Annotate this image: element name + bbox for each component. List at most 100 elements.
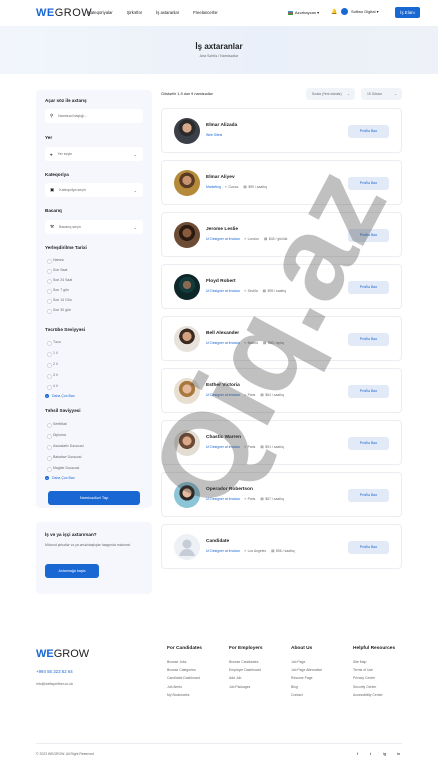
education-option[interactable]: Magistr Dərəcəsi — [46, 466, 79, 472]
footer-col-resources: Helpful Resources Site Map Terms of Use … — [353, 646, 395, 701]
footer-link[interactable]: Job Page Alternative — [291, 668, 322, 676]
user-menu[interactable]: Softwo Digital ▾ — [341, 8, 379, 15]
bell-icon[interactable]: 🔔 — [331, 9, 337, 15]
footer-link[interactable]: Employer Dashboard — [229, 668, 263, 676]
candidate-name[interactable]: Elmar Aliyev — [206, 175, 235, 180]
footer-link[interactable]: Job Page — [291, 660, 322, 668]
footer-link[interactable]: Job Packages — [229, 685, 263, 693]
experience-option[interactable]: Təzə — [47, 340, 61, 346]
logo[interactable]: WEGROW — [36, 7, 92, 19]
nav-item-companies[interactable]: Şirkətlər — [127, 10, 142, 15]
footer-link[interactable]: My Bookmarks — [167, 693, 202, 701]
footer-link[interactable]: Resume Page — [291, 676, 322, 684]
candidate-role: Web Sitesi — [206, 133, 223, 137]
education-option[interactable]: Sertifikat — [47, 422, 67, 428]
date-option[interactable]: Son 7 gün — [47, 288, 69, 294]
view-profile-button[interactable]: Profilə Bax — [348, 177, 389, 190]
view-profile-button[interactable]: Profilə Bax — [348, 437, 389, 450]
view-profile-button[interactable]: Profilə Bax — [348, 229, 389, 242]
candidate-card[interactable]: Chastic Warren UI Designer at Invision ⌖ Pa… — [161, 420, 402, 465]
date-heading: Yerləşdirilmə Tarixi — [45, 245, 87, 250]
twitter-icon[interactable]: t — [370, 751, 371, 756]
money-icon: ▤ — [263, 341, 267, 345]
nav-item-freelancers[interactable]: Freelancerlər — [193, 10, 218, 15]
footer-link[interactable]: Candidate Dashboard — [167, 676, 202, 684]
footer-email[interactable]: info@weitspeither.co.uk — [36, 682, 73, 686]
promo-button[interactable]: Axtarmağa başla — [45, 564, 99, 578]
footer-link[interactable]: Accessibility Center — [353, 693, 395, 701]
nav-item-categories[interactable]: Kateqoriyalar — [88, 10, 113, 15]
instagram-icon[interactable]: ig — [383, 751, 386, 756]
view-profile-button[interactable]: Profilə Bax — [348, 385, 389, 398]
plus-icon: + — [45, 476, 49, 480]
candidate-name[interactable]: Floyd Robert — [206, 279, 236, 284]
category-select[interactable]: ▣ Kateqoriya seçin ⌄ — [45, 183, 143, 197]
candidate-name[interactable]: Operador Robertson — [206, 487, 253, 492]
sort-select[interactable]: Sırala (Yeni olanlar) ⌄ — [306, 88, 355, 100]
footer-link[interactable]: Site Map — [353, 660, 395, 668]
map-pin-icon: ⌖ — [224, 185, 227, 189]
candidate-name[interactable]: Chastic Warren — [206, 435, 241, 440]
date-option[interactable]: Son 24 Saat — [46, 278, 72, 284]
date-option[interactable]: Son 30 gün — [47, 308, 71, 314]
experience-option[interactable]: 3 il — [46, 373, 57, 379]
footer-link[interactable]: Browse Categories — [167, 668, 202, 676]
footer-link[interactable]: Browse Candidates — [229, 660, 263, 668]
date-option[interactable]: Son Saat — [46, 268, 67, 274]
search-input[interactable]: ⚲ Namizəd başlığı... — [45, 109, 143, 123]
az-flag-icon — [288, 11, 293, 15]
experience-more-link[interactable]: + Daha Çox Bax — [45, 394, 75, 398]
footer-link[interactable]: Browse Jobs — [167, 660, 202, 668]
post-job-button[interactable]: İş Elanı — [395, 7, 420, 18]
education-more-link[interactable]: + Daha Çox Bax — [45, 476, 75, 480]
candidate-name[interactable]: Esther Victoria — [206, 383, 240, 388]
per-page-select[interactable]: 10 Göstər ⌄ — [361, 88, 402, 100]
candidate-card[interactable]: Operador Robertson UI Designer at Invisio… — [161, 472, 402, 517]
top-header: WEGROW Kateqoriyalar Şirkətlər İş axtara… — [0, 0, 438, 26]
candidate-name[interactable]: Jerome Leslie — [206, 227, 238, 232]
find-candidates-button[interactable]: Namizədləri Tap — [48, 491, 140, 505]
date-option[interactable]: Hamısı — [46, 258, 64, 264]
view-profile-button[interactable]: Profilə Bax — [348, 281, 389, 294]
experience-option[interactable]: 1 il — [46, 351, 57, 357]
view-profile-button[interactable]: Profilə Bax — [348, 541, 389, 554]
view-profile-button[interactable]: Profilə Bax — [348, 489, 389, 502]
view-profile-button[interactable]: Profilə Bax — [348, 333, 389, 346]
education-option[interactable]: Bakalavr Dərəcəsi — [46, 455, 81, 461]
candidate-card[interactable]: Elmar Alizada Web Sitesi Profilə Bax — [161, 108, 402, 153]
linkedin-icon[interactable]: in — [397, 751, 400, 756]
language-select[interactable]: Azərbaycan ▾ — [288, 10, 319, 15]
candidate-name[interactable]: Elmar Alizada — [206, 123, 237, 128]
facebook-icon[interactable]: f — [357, 751, 358, 756]
candidate-card[interactable]: Elmar Aliyev Marketing ⌖ Gəncə ▤ $99 / saatlı… — [161, 160, 402, 205]
view-profile-button[interactable]: Profilə Bax — [348, 125, 389, 138]
language-label: Azərbaycan — [294, 10, 317, 15]
education-option[interactable]: Assosiativ Dərəcəsi — [47, 444, 84, 450]
footer-logo[interactable]: WEGROW — [36, 648, 89, 660]
page-title: İş axtaranlar — [195, 42, 243, 51]
candidate-card[interactable]: Candidate UI Designer at Invision ⌖ Los Ang… — [161, 524, 402, 569]
nav-item-job-seekers[interactable]: İş axtaranlar — [156, 10, 179, 15]
education-option[interactable]: Diploma — [47, 433, 66, 439]
page: WEGROW Kateqoriyalar Şirkətlər İş axtara… — [0, 0, 438, 768]
footer-link[interactable]: Contact — [291, 693, 322, 701]
candidate-name[interactable]: Bell Alexander — [206, 331, 239, 336]
location-select[interactable]: ⌖ Yer seçin ⌄ — [45, 147, 143, 161]
footer-link[interactable]: Security Center — [353, 685, 395, 693]
candidate-name[interactable]: Candidate — [206, 539, 229, 544]
footer-link[interactable]: Blog — [291, 685, 322, 693]
footer-link[interactable]: Terms of Use — [353, 668, 395, 676]
candidate-card[interactable]: Bell Alexander UI Designer at Invision ⌖ Ma… — [161, 316, 402, 361]
date-option[interactable]: Son 14 Gün — [47, 298, 72, 304]
location-text: Paris — [247, 445, 256, 449]
experience-option[interactable]: 2 il — [46, 362, 57, 368]
candidate-card[interactable]: Jerome Leslie UI Designer at Invision ⌖ Lon… — [161, 212, 402, 257]
candidate-card[interactable]: Esther Victoria UI Designer at Invision ⌖ P… — [161, 368, 402, 413]
footer-link[interactable]: Add Job — [229, 676, 263, 684]
footer-phone[interactable]: +994 55 323 52 64 — [36, 669, 73, 674]
footer-link[interactable]: Privacy Center — [353, 676, 395, 684]
candidate-card[interactable]: Floyd Robert UI Designer at Invision ⌖ Sevi… — [161, 264, 402, 309]
skill-select[interactable]: ⚒ Bacarıq seçin ⌄ — [45, 220, 143, 234]
footer-link[interactable]: Job Alerts — [167, 685, 202, 693]
experience-option[interactable]: 4 il — [46, 384, 57, 390]
